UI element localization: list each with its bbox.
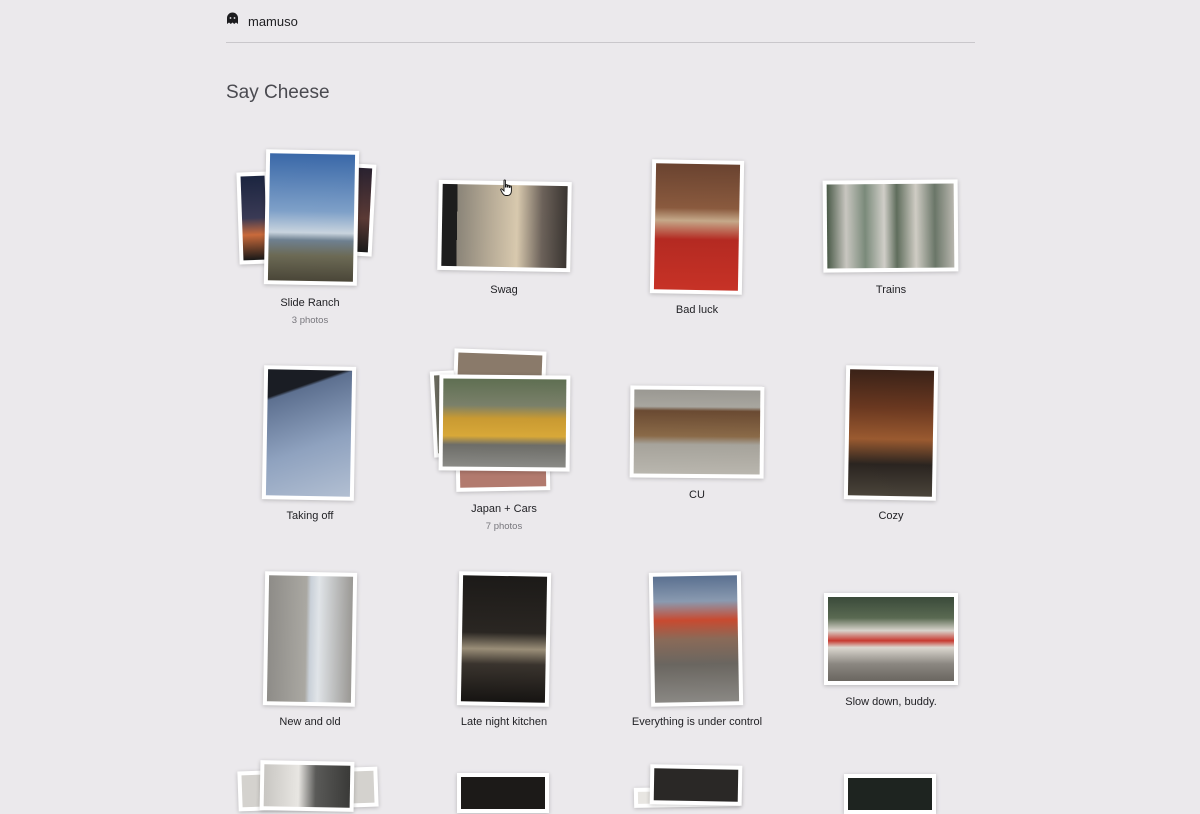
album-title: Japan + Cars [471,503,537,515]
album-card-swag[interactable]: Swag [410,140,610,300]
album-card-cu[interactable]: CU [610,350,810,510]
site-header: mamuso [226,0,975,43]
album-cover-photo [259,760,355,812]
album-card-partial[interactable] [810,755,1010,814]
album-card-new-and-old[interactable]: New and old [220,555,420,735]
album-cover-photo [262,571,358,707]
album-cover-photo [649,159,745,295]
album-title: Slow down, buddy. [845,696,937,708]
page-title: Say Cheese [226,82,330,103]
album-title: Cozy [878,510,904,522]
album-cover-photo [844,774,936,814]
album-photo-count: 7 photos [485,521,523,532]
album-title: Swag [490,284,518,296]
album-title: New and old [279,716,341,728]
album-card-slow-down-buddy[interactable]: Slow down, buddy. [810,555,1010,715]
album-cover-photo [843,365,939,501]
album-photo-count: 3 photos [291,315,329,326]
album-title: Taking off [286,510,334,522]
ghost-icon [226,12,239,30]
album-card-late-night-kitchen[interactable]: Late night kitchen [410,555,610,735]
brand-link[interactable]: mamuso [226,12,298,30]
album-card-bad-luck[interactable]: Bad luck [610,140,810,320]
album-cover-photo [261,365,357,501]
album-title: Slide Ranch [280,297,340,309]
album-cover-photo [438,374,571,472]
album-cover-photo [629,385,765,479]
album-title: Trains [875,284,907,296]
album-cover-photo [456,571,552,707]
album-card-cozy[interactable]: Cozy [810,350,1010,530]
album-cover-photo [648,571,744,707]
album-card-trains[interactable]: Trains [810,140,1010,300]
album-card-partial[interactable] [610,755,810,808]
album-card-partial[interactable] [410,755,610,813]
album-cover-photo [437,179,572,273]
brand-name: mamuso [248,13,298,29]
album-title: Bad luck [675,304,719,316]
album-card-japan-cars[interactable]: Japan + Cars 7 photos [420,345,610,535]
album-grid: Slide Ranch 3 photos Swag Bad luck Train… [220,140,994,814]
album-cover-photo [457,773,549,813]
album-cover-photo [822,179,959,273]
album-card-taking-off[interactable]: Taking off [220,350,420,530]
album-cover-photo [263,149,360,286]
album-title: CU [689,489,705,501]
album-title: Late night kitchen [460,716,548,728]
album-title: Everything is under control [631,716,763,728]
album-cover-photo [649,764,743,806]
album-cover-photo [824,593,958,685]
album-card-everything-under-control[interactable]: Everything is under control [610,555,810,735]
album-card-partial[interactable] [220,755,420,812]
album-card-slide-ranch[interactable]: Slide Ranch 3 photos [220,140,400,330]
